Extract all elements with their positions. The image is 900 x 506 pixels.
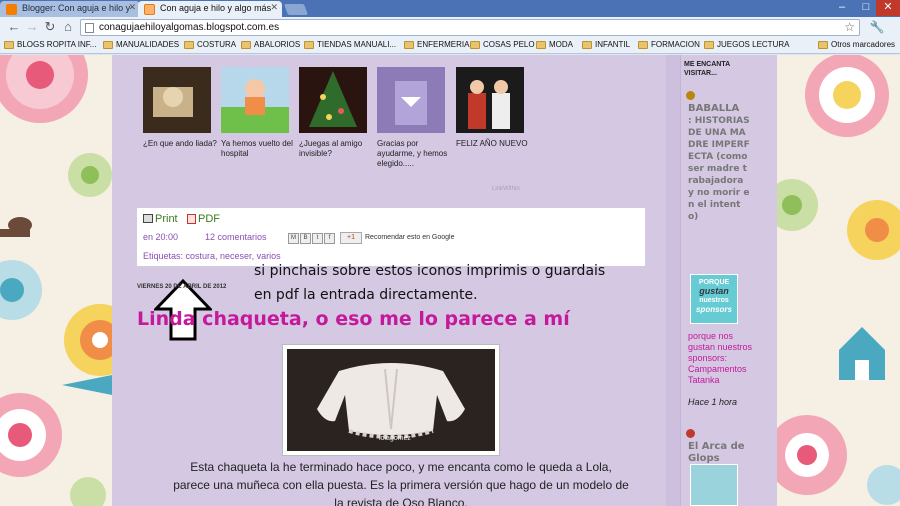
- post-footer-box: Print PDF en 20:00 12 comentarios M B t …: [137, 208, 645, 266]
- folder-icon: [241, 41, 251, 49]
- tab-blog[interactable]: Con aguja e hilo y algo más ✕: [138, 1, 282, 17]
- related-caption[interactable]: FELIZ AÑO NUEVO: [456, 139, 532, 149]
- blogroll-post-link[interactable]: porque nos gustan nuestros sponsors: Cam…: [688, 331, 754, 386]
- url-text[interactable]: conagujaehiloyalgomas.blogspot.com.es: [99, 22, 279, 33]
- folder-icon: [103, 41, 113, 49]
- page-viewport: ¿En que ando liada? Ya hemos vuelto del …: [0, 55, 900, 506]
- folder-icon: [470, 41, 480, 49]
- folder-icon: [304, 41, 314, 49]
- related-thumb-5[interactable]: [456, 67, 524, 133]
- blogroll-item-baballa[interactable]: BABALLA : HISTORIAS DE UNA MADRE IMPERFE…: [688, 103, 750, 223]
- comments-link[interactable]: 12 comentarios: [205, 232, 267, 242]
- column-gap: [666, 55, 680, 506]
- related-thumb-2[interactable]: [221, 67, 289, 133]
- twitter-share-icon[interactable]: t: [312, 233, 323, 244]
- page-icon: [85, 23, 94, 33]
- home-icon[interactable]: ⌂: [60, 19, 76, 35]
- related-thumb-3[interactable]: [299, 67, 367, 133]
- facebook-share-icon[interactable]: f: [324, 233, 335, 244]
- related-caption[interactable]: ¿Juegas al amigo invisible?: [299, 139, 375, 159]
- photo-watermark: lolagomez: [379, 435, 411, 442]
- pdf-button[interactable]: PDF: [187, 213, 220, 225]
- related-caption[interactable]: Gracias por ayudarme, y hemos elegido...…: [377, 139, 453, 169]
- bookmarks-bar: BLOGS ROPITA INF... MANUALIDADES COSTURA…: [0, 38, 900, 54]
- new-tab-button[interactable]: [283, 4, 309, 15]
- blogger-favicon-icon: [6, 4, 17, 15]
- folder-icon: [818, 41, 828, 49]
- window-close-icon[interactable]: ✕: [876, 0, 900, 16]
- back-arrow-icon[interactable]: ←: [6, 19, 22, 35]
- blog-favicon-icon: [686, 91, 695, 100]
- forward-arrow-icon[interactable]: →: [24, 19, 40, 35]
- close-icon[interactable]: ✕: [128, 2, 136, 13]
- folder-icon: [638, 41, 648, 49]
- folder-icon: [704, 41, 714, 49]
- sponsors-badge[interactable]: PORQUE gustan nuestros sponsors: [690, 274, 738, 324]
- post-date: VIERNES 20 DE ABRIL DE 2012: [137, 284, 227, 290]
- folder-icon: [184, 41, 194, 49]
- close-icon[interactable]: ✕: [270, 2, 278, 13]
- tab-blogger[interactable]: Blogger: Con aguja e hilo y ✕: [0, 1, 140, 17]
- post-body-text: Esta chaqueta la he terminado hace poco,…: [190, 460, 612, 474]
- bookmark-star-icon[interactable]: ☆: [844, 20, 855, 34]
- tab-label: Con aguja e hilo y algo más: [160, 3, 272, 13]
- bookmark-folder[interactable]: COSTURA: [184, 40, 236, 49]
- folder-icon: [4, 41, 14, 49]
- post-photo[interactable]: lolagomez: [282, 344, 500, 456]
- bookmark-folder[interactable]: TIENDAS MANUALI...: [304, 40, 396, 49]
- related-thumb-1[interactable]: [143, 67, 211, 133]
- related-thumb-4[interactable]: [377, 67, 445, 133]
- post-body-text: parece una muñeca con ella puesta. Es la…: [173, 478, 629, 492]
- print-button[interactable]: Print: [143, 213, 178, 225]
- google-plus-one-button[interactable]: +1: [340, 232, 362, 244]
- blogroll-title: ME ENCANTA VISITAR...: [684, 61, 730, 77]
- pdf-icon: [187, 214, 196, 224]
- blogroll-post-time: Hace 1 hora: [688, 397, 738, 407]
- bookmark-folder[interactable]: FORMACION: [638, 40, 700, 49]
- bookmark-folder[interactable]: JUEGOS LECTURA: [704, 40, 789, 49]
- tab-label: Blogger: Con aguja e hilo y: [22, 3, 131, 13]
- post-time-link[interactable]: en 20:00: [143, 232, 178, 242]
- wrench-icon[interactable]: 🔧: [868, 20, 886, 35]
- browser-toolbar: ← → ↻ ⌂ conagujaehiloyalgomas.blogspot.c…: [0, 17, 900, 38]
- post-body-text: la revista de Oso Blanco.: [334, 496, 468, 506]
- bookmark-folder[interactable]: ABALORIOS: [241, 40, 300, 49]
- bookmark-folder[interactable]: BLOGS ROPITA INF...: [4, 40, 96, 49]
- cardigan-image: lolagomez: [287, 349, 495, 451]
- address-bar[interactable]: conagujaehiloyalgomas.blogspot.com.es ☆: [80, 19, 860, 36]
- folder-icon: [582, 41, 592, 49]
- blogthis-share-icon[interactable]: B: [300, 233, 311, 244]
- tab-strip: Blogger: Con aguja e hilo y ✕ Con aguja …: [0, 0, 900, 17]
- blog-favicon-icon: [144, 4, 155, 15]
- annotation-text: si pinchais sobre estos iconos imprimis …: [254, 263, 606, 279]
- ladybug-favicon-icon: [686, 429, 695, 438]
- other-bookmarks[interactable]: Otros marcadores: [818, 40, 895, 49]
- bookmark-folder[interactable]: ENFERMERIA: [404, 40, 469, 49]
- recommend-google-text: Recomendar esto en Google: [365, 234, 455, 241]
- bookmark-folder[interactable]: COSAS PELO: [470, 40, 535, 49]
- bookmark-folder[interactable]: MANUALIDADES: [103, 40, 179, 49]
- post-title[interactable]: Linda chaqueta, o eso me lo parece a mí: [137, 308, 570, 330]
- blogroll-item-arca[interactable]: El Arca de Glops: [688, 441, 748, 465]
- maximize-icon[interactable]: □: [854, 0, 878, 16]
- minimize-icon[interactable]: –: [830, 0, 854, 16]
- folder-icon: [536, 41, 546, 49]
- reload-icon[interactable]: ↻: [42, 19, 58, 35]
- annotation-text: en pdf la entrada directamente.: [254, 287, 478, 303]
- related-caption[interactable]: Ya hemos vuelto del hospital: [221, 139, 297, 159]
- folder-icon: [404, 41, 414, 49]
- related-caption[interactable]: ¿En que ando liada?: [143, 139, 219, 149]
- wallpaper-right: [777, 55, 900, 506]
- wallpaper-left: [0, 55, 112, 506]
- bookmark-folder[interactable]: INFANTIL: [582, 40, 630, 49]
- email-share-icon[interactable]: M: [288, 233, 299, 244]
- blogroll-thumb[interactable]: [690, 464, 738, 506]
- printer-icon: [143, 214, 153, 223]
- bookmark-folder[interactable]: MODA: [536, 40, 573, 49]
- linkwithin-credit[interactable]: LinkWithin: [492, 186, 520, 192]
- post-meta: en 20:00 12 comentarios: [143, 232, 267, 242]
- post-labels[interactable]: Etiquetas: costura, neceser, varios: [143, 251, 281, 261]
